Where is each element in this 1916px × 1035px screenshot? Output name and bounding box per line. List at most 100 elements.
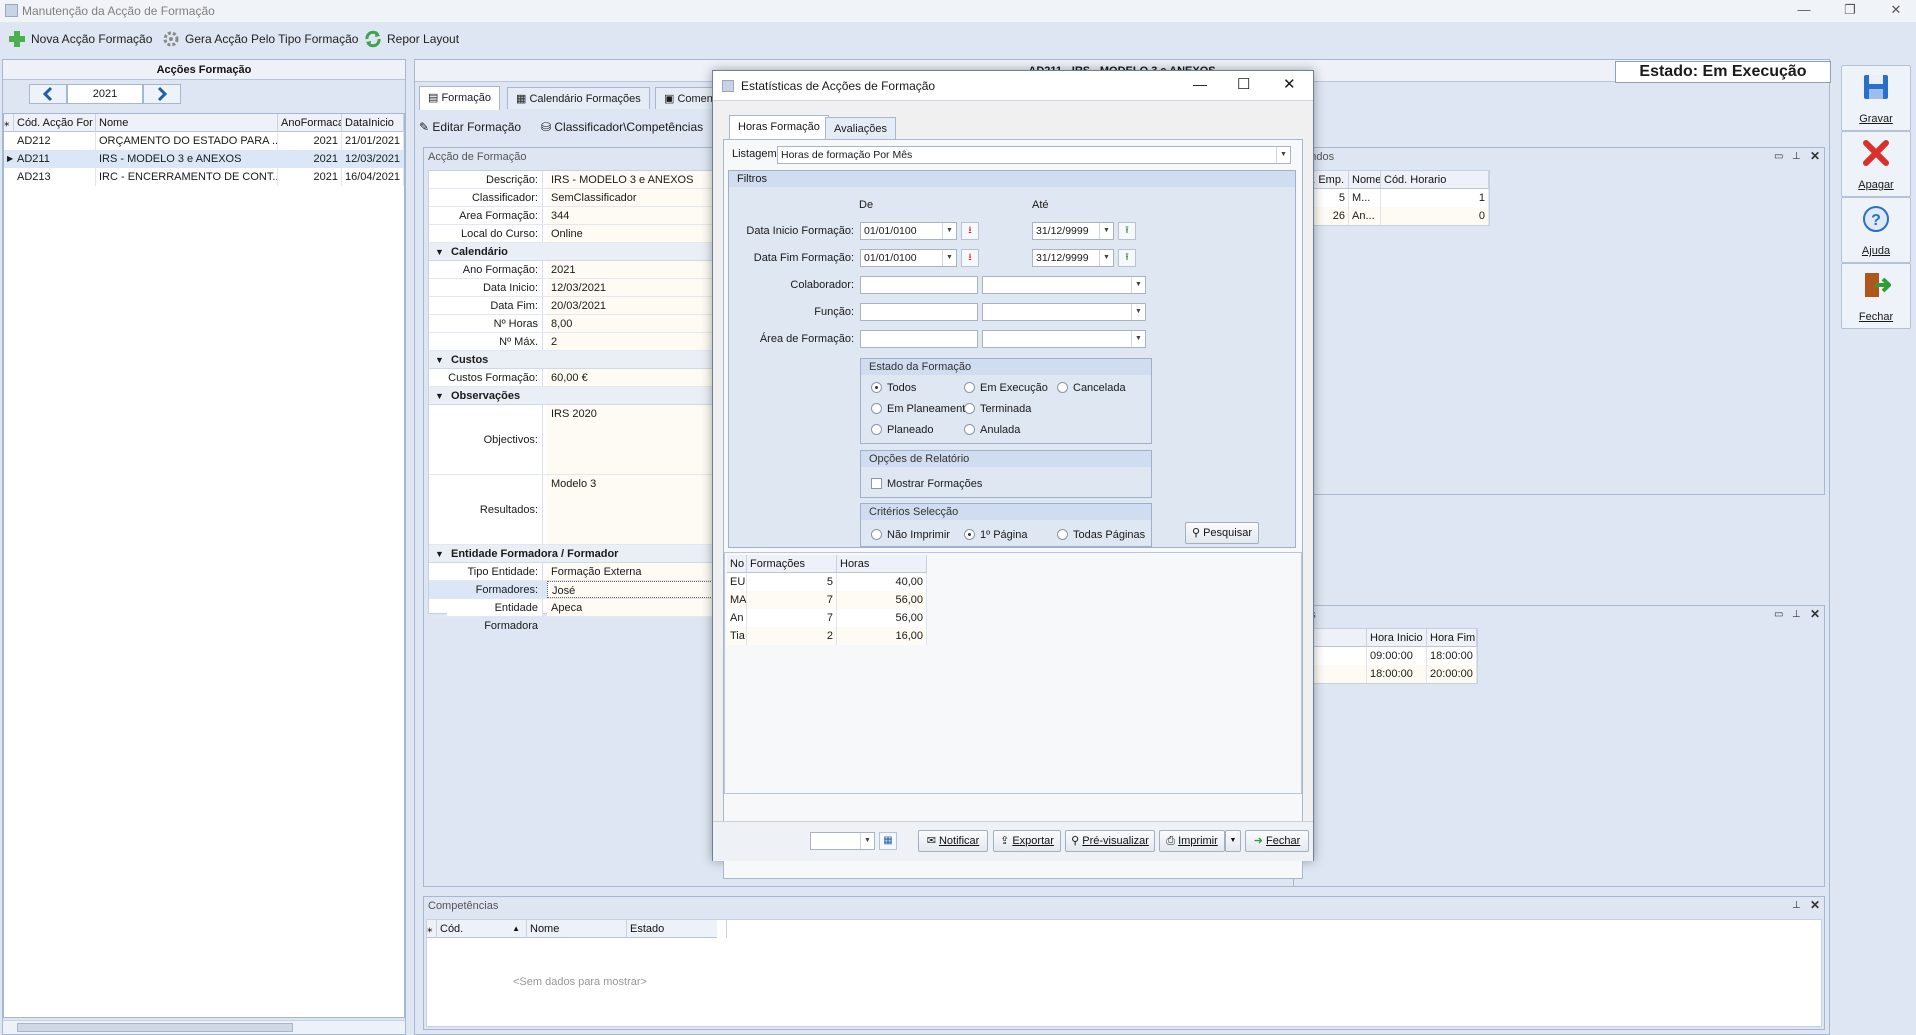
- prop-tipo-entidade[interactable]: Formação Externa: [547, 563, 717, 580]
- tab-horas-formacao[interactable]: Horas Formação: [729, 115, 829, 139]
- prop-objectivos[interactable]: IRS 2020: [547, 405, 717, 474]
- col-hora-fim-header[interactable]: Hora Fim: [1427, 629, 1477, 647]
- funcao-code-input[interactable]: [860, 303, 978, 321]
- table-row[interactable]: MA 7 56,00: [727, 591, 927, 609]
- col-nome-header[interactable]: Nome: [527, 920, 627, 938]
- col-cod-header[interactable]: Cód. Acção For: [14, 114, 96, 132]
- tab-avaliacoes[interactable]: Avaliações: [825, 117, 896, 139]
- category-custos[interactable]: ▼ Custos: [429, 351, 717, 369]
- max-date-icon[interactable]: ⭱: [1118, 222, 1136, 240]
- chevron-down-icon[interactable]: ▼: [1131, 304, 1145, 320]
- chevron-down-icon[interactable]: ▼: [1099, 250, 1113, 266]
- clear-date-icon[interactable]: ⭳: [961, 249, 979, 267]
- table-row[interactable]: 09:00:00 18:00:00: [1297, 647, 1477, 665]
- data-inicio-de-input[interactable]: 01/01/0100 ▼: [860, 222, 957, 240]
- fechar-dialog-button[interactable]: ➜ Fechar: [1245, 830, 1309, 852]
- tab-formacao[interactable]: ▤ Formação: [419, 86, 500, 110]
- pre-visualizar-button[interactable]: ⚲ Pré-visualizar: [1065, 830, 1155, 852]
- gera-accao-button[interactable]: Gera Acção Pelo Tipo Formação: [162, 27, 358, 51]
- close-button[interactable]: ✕: [1876, 0, 1916, 22]
- radio-cancelada[interactable]: Cancelada: [1057, 381, 1126, 395]
- col-nome-header[interactable]: Nome: [96, 114, 278, 132]
- radio-planeado[interactable]: Planeado: [871, 423, 934, 437]
- prop-area[interactable]: 344: [547, 207, 717, 224]
- notificar-button[interactable]: ✉ Notificar: [918, 830, 988, 852]
- col-ano-header[interactable]: AnoFormaca: [278, 114, 342, 132]
- gravar-button[interactable]: Gravar: [1841, 65, 1911, 131]
- chevron-down-icon[interactable]: ▼: [942, 223, 956, 239]
- prev-year-button[interactable]: [29, 84, 67, 104]
- tab-calendario[interactable]: ▦ Calendário Formações: [507, 87, 650, 109]
- max-date-icon[interactable]: ⭱: [1118, 249, 1136, 267]
- dialog-minimize-button[interactable]: —: [1193, 76, 1207, 92]
- maximize-icon[interactable]: ▭: [1774, 609, 1783, 620]
- prop-descricao[interactable]: IRS - MODELO 3 e ANEXOS: [547, 171, 717, 188]
- radio-todas-paginas[interactable]: Todas Páginas: [1057, 528, 1145, 542]
- area-code-input[interactable]: [860, 330, 978, 348]
- category-calendario[interactable]: ▼ Calendário: [429, 243, 717, 261]
- clear-date-icon[interactable]: ⭳: [961, 222, 979, 240]
- listagem-select[interactable]: Horas de formação Por Mês ▼: [777, 146, 1291, 164]
- chevron-down-icon[interactable]: ▼: [942, 250, 956, 266]
- pesquisar-button[interactable]: ⚲ Pesquisar: [1185, 522, 1259, 544]
- mostrar-formacoes-checkbox[interactable]: Mostrar Formações: [871, 477, 982, 491]
- chevron-down-icon[interactable]: ▼: [1131, 331, 1145, 347]
- category-entidade[interactable]: ▼ Entidade Formadora / Formador: [429, 545, 717, 563]
- table-row[interactable]: 18:00:00 20:00:00: [1297, 665, 1477, 683]
- radio-em-execucao[interactable]: Em Execução: [964, 381, 1048, 395]
- apagar-button[interactable]: Apagar: [1841, 131, 1911, 197]
- prop-ano[interactable]: 2021: [547, 261, 717, 278]
- prop-local[interactable]: Online: [547, 225, 717, 242]
- table-row[interactable]: Tia 2 16,00: [727, 627, 927, 645]
- col-hora-inicio-header[interactable]: Hora Inicio: [1367, 629, 1427, 647]
- data-inicio-ate-input[interactable]: 31/12/9999 ▼: [1032, 222, 1114, 240]
- close-panel-icon[interactable]: ✕: [1810, 898, 1820, 912]
- pin-icon[interactable]: ⊥: [1792, 900, 1801, 911]
- funcao-select[interactable]: ▼: [982, 303, 1146, 321]
- col-horas-header[interactable]: Horas: [837, 555, 927, 573]
- dialog-close-button[interactable]: ✕: [1283, 75, 1296, 93]
- pin-icon[interactable]: ⊥: [1792, 151, 1801, 162]
- prop-data-fim[interactable]: 20/03/2021: [547, 297, 717, 314]
- chevron-down-icon[interactable]: ▼: [1276, 147, 1290, 163]
- radio-terminada[interactable]: Terminada: [964, 402, 1031, 416]
- col-cod-header[interactable]: Cód. ▲: [437, 920, 527, 938]
- classificador-button[interactable]: ⛁ Classificador\Competências: [541, 116, 703, 138]
- pin-icon[interactable]: ⊥: [1792, 609, 1801, 620]
- calendar-icon[interactable]: ▦: [879, 832, 897, 850]
- table-row[interactable]: AD212 ORÇAMENTO DO ESTADO PARA ... 2021 …: [4, 132, 404, 150]
- radio-nao-imprimir[interactable]: Não Imprimir: [871, 528, 950, 542]
- radio-primeira-pagina[interactable]: 1º Página: [964, 528, 1027, 542]
- maximize-icon[interactable]: ▭: [1774, 151, 1783, 162]
- minimize-button[interactable]: —: [1784, 0, 1824, 22]
- prop-resultados[interactable]: Modelo 3: [547, 475, 717, 544]
- col-estado-header[interactable]: Estado: [627, 920, 727, 938]
- prop-custos[interactable]: 60,00 €: [547, 369, 717, 386]
- prop-max-inscricoes[interactable]: 2: [547, 333, 717, 350]
- radio-anulada[interactable]: Anulada: [964, 423, 1020, 437]
- col-cod-horario-header[interactable]: Cód. Horario: [1381, 171, 1489, 189]
- prop-data-inicio[interactable]: 12/03/2021: [547, 279, 717, 296]
- area-select[interactable]: ▼: [982, 330, 1146, 348]
- data-fim-de-input[interactable]: 01/01/0100 ▼: [860, 249, 957, 267]
- table-row[interactable]: AD213 IRC - ENCERRAMENTO DE CONT... 2021…: [4, 168, 404, 186]
- data-fim-ate-input[interactable]: 31/12/9999 ▼: [1032, 249, 1114, 267]
- editar-formacao-button[interactable]: ✎ Editar Formação: [419, 116, 521, 138]
- colaborador-code-input[interactable]: [860, 276, 978, 294]
- repor-layout-button[interactable]: Repor Layout: [364, 27, 459, 51]
- table-row-selected[interactable]: ▶ AD211 IRS - MODELO 3 e ANEXOS 2021 12/…: [4, 150, 404, 168]
- scrollbar-thumb[interactable]: [17, 1023, 293, 1032]
- fechar-button[interactable]: Fechar: [1841, 263, 1911, 329]
- radio-em-planeamento[interactable]: Em Planeament: [871, 402, 965, 416]
- radio-todos[interactable]: Todos: [871, 381, 916, 395]
- chevron-down-icon[interactable]: ▼: [1099, 223, 1113, 239]
- chevron-down-icon[interactable]: ▼: [860, 833, 874, 849]
- col-data-header[interactable]: DataInicio: [342, 114, 404, 132]
- imprimir-dropdown-button[interactable]: ▼: [1225, 830, 1241, 852]
- ajuda-button[interactable]: ? Ajuda: [1841, 197, 1911, 263]
- prop-horas[interactable]: 8,00: [547, 315, 717, 332]
- prop-formadores[interactable]: José: [547, 581, 717, 598]
- col-no-header[interactable]: No: [727, 555, 747, 573]
- col-nome-header[interactable]: Nome: [1349, 171, 1381, 189]
- year-input[interactable]: 2021: [67, 84, 143, 104]
